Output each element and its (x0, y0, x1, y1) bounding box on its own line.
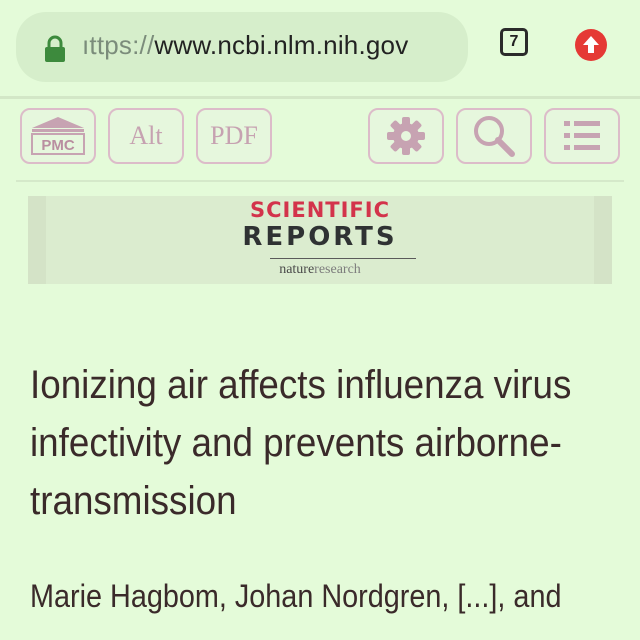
journal-name-line1: SCIENTIFIC (250, 198, 390, 222)
arrow-up-circle-icon[interactable] (574, 28, 608, 62)
url-text[interactable]: ıttps://www.ncbi.nlm.nih.gov (82, 30, 408, 61)
alt-label: Alt (129, 121, 163, 150)
address-bar[interactable]: ıttps://www.ncbi.nlm.nih.gov (16, 12, 468, 82)
lock-icon (45, 35, 65, 62)
alt-button[interactable]: Alt (108, 108, 184, 164)
pmc-label: PMC (41, 137, 75, 154)
magnifier-icon (474, 116, 515, 157)
settings-button[interactable] (368, 108, 444, 164)
article-title: Ionizing air affects influenza virus inf… (30, 363, 572, 523)
pdf-label: PDF (210, 121, 258, 150)
publisher-bold: nature (279, 262, 315, 277)
url-protocol: ıttps:// (82, 30, 155, 60)
journal-banner[interactable]: SCIENTIFIC REPORTS natureresearch (28, 196, 612, 284)
menu-button[interactable] (544, 108, 620, 164)
list-icon (564, 121, 600, 150)
pmc-home-button[interactable]: PMC (20, 108, 96, 164)
tab-switcher-button[interactable]: 7 (500, 28, 528, 56)
toolbar-divider (16, 180, 624, 182)
url-host: www.ncbi.nlm.nih.gov (154, 30, 409, 60)
tab-count: 7 (509, 33, 519, 50)
publisher-name: natureresearch (28, 262, 612, 278)
publisher-divider (270, 258, 416, 259)
gear-icon (387, 117, 425, 155)
article-authors[interactable]: Marie Hagbom, Johan Nordgren, [...], and (30, 578, 561, 615)
pmc-logo-icon: PMC (31, 117, 85, 155)
journal-name-line2: REPORTS (242, 222, 398, 252)
pdf-button[interactable]: PDF (196, 108, 272, 164)
address-bar-divider (0, 96, 640, 99)
search-button[interactable] (456, 108, 532, 164)
publisher-light: research (314, 262, 361, 277)
